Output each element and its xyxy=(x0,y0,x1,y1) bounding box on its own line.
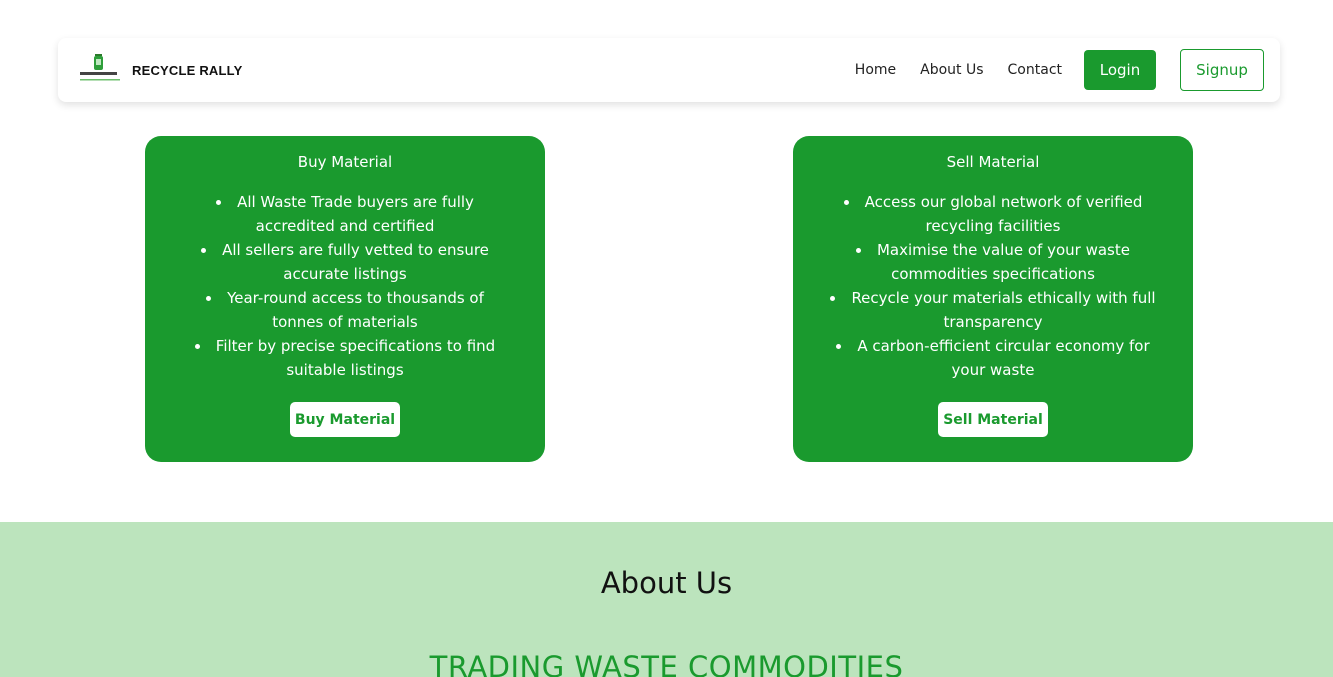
list-item: Recycle your materials ethically with fu… xyxy=(828,286,1158,334)
recycle-rally-logo xyxy=(80,54,120,81)
login-button[interactable]: Login xyxy=(1084,50,1156,90)
about-subheading: TRADING WASTE COMMODITIES xyxy=(429,650,904,677)
sell-material-button[interactable]: Sell Material xyxy=(938,402,1048,437)
buy-material-button[interactable]: Buy Material xyxy=(290,402,400,437)
signup-button[interactable]: Signup xyxy=(1180,49,1264,91)
list-item: Filter by precise specifications to find… xyxy=(180,334,510,382)
nav-links: Home About Us Contact Login Signup xyxy=(855,49,1264,91)
list-item: Access our global network of verified re… xyxy=(828,190,1158,238)
sell-material-card: Sell Material Access our global network … xyxy=(793,136,1193,462)
about-section: About Us TRADING WASTE COMMODITIES xyxy=(0,522,1333,677)
nav-link-home[interactable]: Home xyxy=(855,62,896,78)
navbar: RECYCLE RALLY Home About Us Contact Logi… xyxy=(58,38,1280,102)
card-title: Sell Material xyxy=(946,153,1040,171)
nav-link-about-us[interactable]: About Us xyxy=(920,62,983,78)
card-title: Buy Material xyxy=(297,153,393,171)
brand[interactable]: RECYCLE RALLY xyxy=(78,54,242,86)
list-item: All sellers are fully vetted to ensure a… xyxy=(180,238,510,286)
sell-benefits-list: Access our global network of verified re… xyxy=(828,190,1158,382)
list-item: Year-round access to thousands of tonnes… xyxy=(180,286,510,334)
nav-link-contact[interactable]: Contact xyxy=(1008,62,1062,78)
about-heading: About Us xyxy=(600,566,733,600)
buy-material-card: Buy Material All Waste Trade buyers are … xyxy=(145,136,545,462)
list-item: All Waste Trade buyers are fully accredi… xyxy=(180,190,510,238)
list-item: Maximise the value of your waste commodi… xyxy=(828,238,1158,286)
brand-name: RECYCLE RALLY xyxy=(132,62,243,78)
list-item: A carbon-efficient circular economy for … xyxy=(828,334,1158,382)
buy-benefits-list: All Waste Trade buyers are fully accredi… xyxy=(180,190,510,382)
